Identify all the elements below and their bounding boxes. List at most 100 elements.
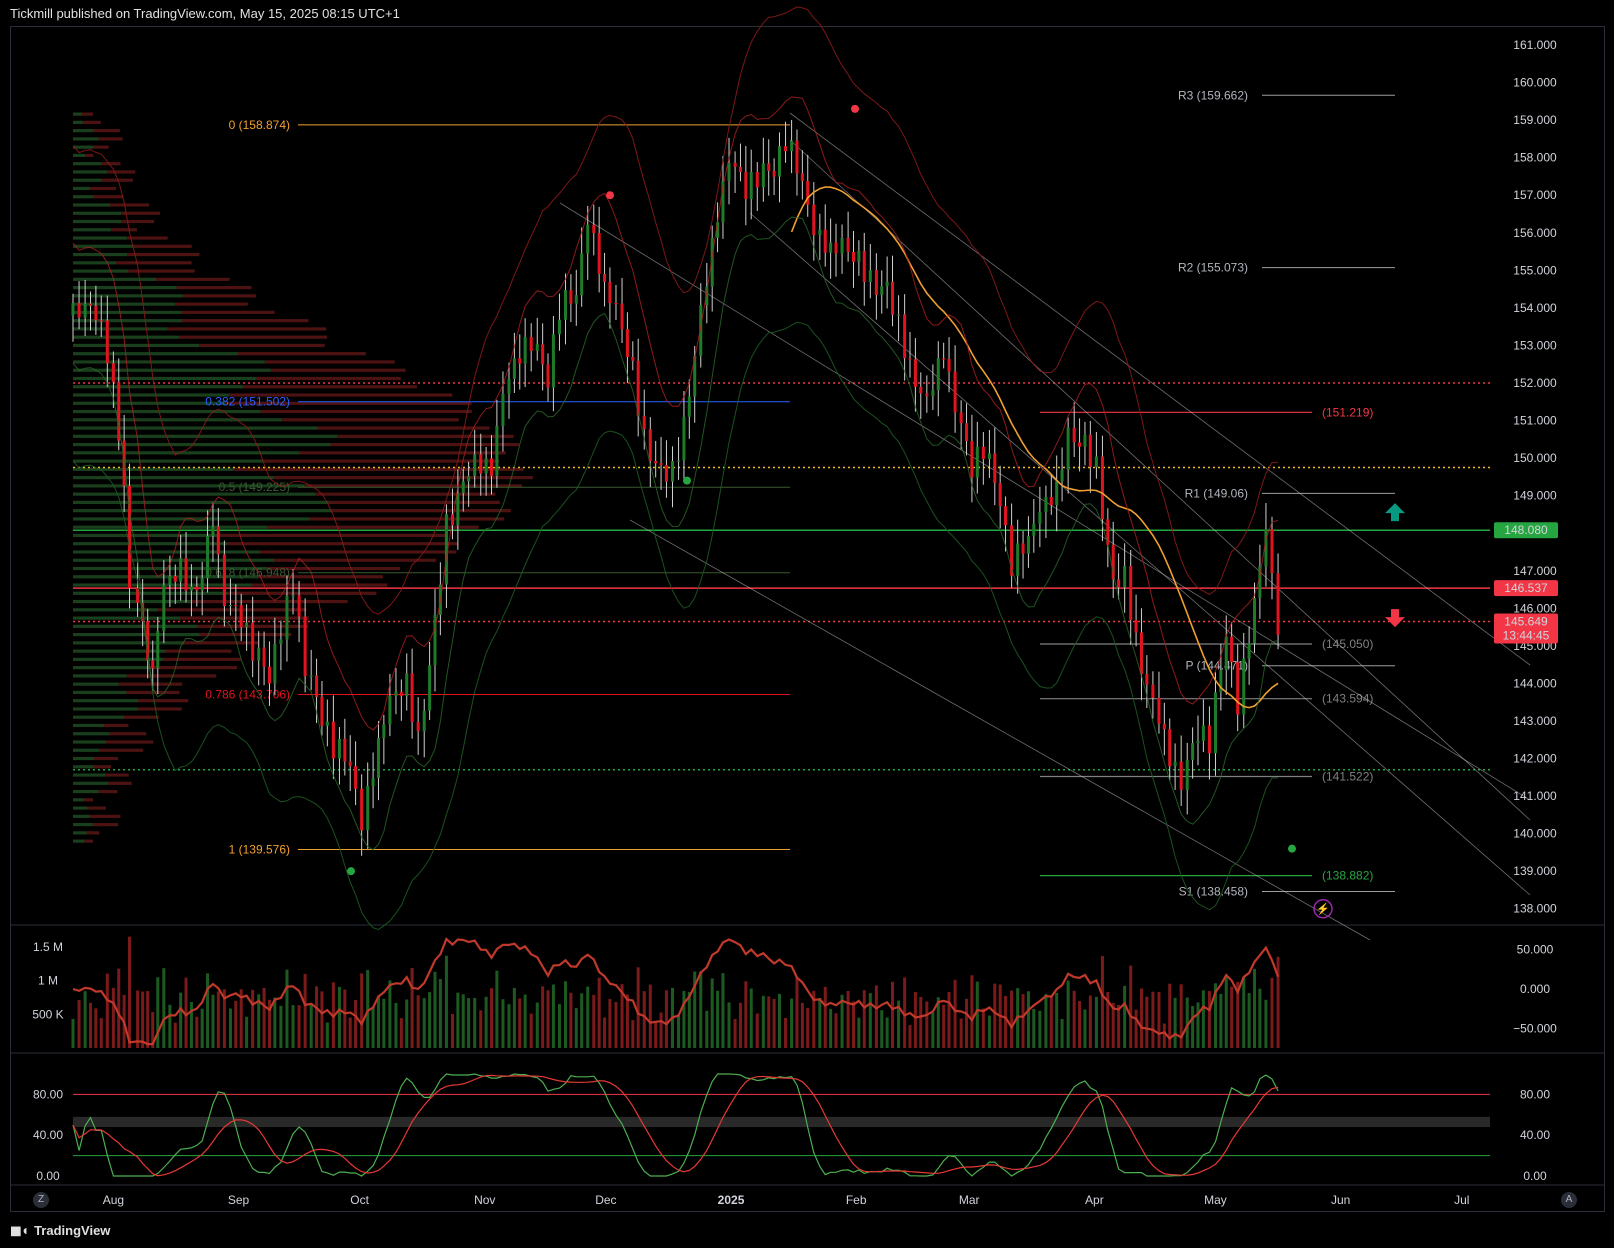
candle-up	[461, 481, 465, 494]
volume-bar	[1219, 993, 1223, 1048]
volume-bar	[710, 978, 714, 1048]
volume-bar	[625, 994, 629, 1048]
candle-down	[251, 622, 255, 661]
candle-up	[501, 393, 505, 426]
volume-profile-bar-up	[73, 137, 99, 141]
volume-bar	[834, 1013, 838, 1048]
volume-profile-bar-down	[238, 352, 366, 356]
candle-up	[428, 665, 432, 711]
candle-down	[812, 204, 816, 236]
volume-profile-bar-down	[137, 707, 182, 711]
candle-up	[574, 295, 578, 304]
time-tick-label: Oct	[350, 1193, 369, 1207]
volume-profile-bar-up	[73, 732, 110, 736]
candle-up	[557, 319, 561, 335]
volume-profile-bar-down	[126, 236, 168, 240]
candle-down	[1088, 434, 1092, 468]
volume-bar	[1134, 1009, 1138, 1048]
volume-bar	[664, 990, 668, 1048]
volume-profile-bar-up	[73, 533, 220, 538]
volume-bar	[111, 987, 115, 1048]
volume-bar	[851, 1001, 856, 1048]
volume-profile-bar-down	[105, 740, 154, 744]
candle-up	[1038, 511, 1042, 524]
volume-profile-bar-down	[116, 261, 192, 265]
candle-up	[206, 535, 210, 579]
price-tick-label: 152.000	[1513, 376, 1557, 390]
volume-bar	[399, 1018, 403, 1048]
candle-up	[512, 358, 516, 379]
candle-down	[744, 171, 748, 200]
candle-up	[880, 286, 884, 295]
candle-down	[399, 691, 403, 697]
time-tick-label: Apr	[1085, 1193, 1104, 1207]
volume-profile-bar-down	[99, 748, 144, 752]
volume-bar	[716, 990, 720, 1048]
price-tick-label: 155.000	[1513, 263, 1557, 277]
time-axis: Aug Sep Oct Nov Dec 2025 Feb Mar Apr May Jun Jul	[103, 1193, 1470, 1207]
candle-up	[1032, 523, 1036, 536]
volume-profile-bar-up	[73, 385, 244, 389]
candle-down	[1072, 427, 1076, 443]
price-tick-label: 149.000	[1513, 489, 1557, 503]
zoom-button[interactable]: Z	[33, 1192, 49, 1208]
candle-up	[1213, 692, 1217, 754]
volume-bar	[99, 1018, 103, 1048]
volume-bar	[456, 992, 460, 1048]
volume-bar	[83, 991, 87, 1048]
candle-up	[285, 595, 289, 640]
volume-bar	[173, 1022, 177, 1048]
candle-down	[1168, 729, 1172, 767]
volume-profile-bar-down	[86, 831, 100, 835]
candle-down	[1157, 697, 1161, 724]
volume-bar	[677, 1014, 681, 1048]
candle-up	[467, 475, 471, 482]
candle-up	[382, 724, 386, 738]
price-tick-label: 161.000	[1513, 38, 1557, 52]
volume-bar	[473, 997, 477, 1048]
auto-scale-button[interactable]: A	[1561, 1192, 1577, 1208]
right-level-label: (138.882)	[1322, 869, 1373, 883]
price-tick-label: 153.000	[1513, 338, 1557, 352]
footer-brand[interactable]: ◼◖ TradingView	[10, 1222, 110, 1239]
volume-profile-bar-down	[127, 252, 200, 257]
time-tick-label: Sep	[228, 1193, 250, 1207]
osc-right-tick-label: 80.00	[1520, 1087, 1550, 1101]
candle-down	[360, 788, 364, 831]
signal-dot	[606, 191, 614, 200]
volume-profile-bar-down	[111, 228, 137, 232]
volume-profile-bar-up	[73, 376, 257, 381]
candle-down	[998, 483, 1002, 507]
candle-down	[1100, 456, 1104, 520]
volume-bar	[273, 997, 277, 1048]
volume-profile-bar-up	[73, 129, 94, 133]
chart-canvas[interactable]: 0 (158.874) 0.382 (151.502) 0.5 (149.225) 0…	[0, 0, 1614, 1248]
time-tick-label: Dec	[595, 1193, 616, 1207]
volume-bar	[1207, 991, 1211, 1048]
candle-down	[267, 666, 271, 684]
candle-up	[376, 737, 380, 779]
volume-bar	[518, 998, 522, 1048]
candle-up	[273, 643, 277, 684]
volume-profile-bar-up	[73, 244, 134, 248]
volume-profile-bar-up	[73, 327, 168, 331]
volume-profile-bar-down	[118, 682, 183, 686]
candle-up	[535, 344, 539, 352]
volume-bar	[913, 992, 917, 1048]
candle-down	[1145, 674, 1149, 685]
volume-bar	[1004, 995, 1008, 1048]
candle-up	[1060, 469, 1064, 482]
candle-up	[495, 425, 499, 476]
volume-bar	[1026, 991, 1030, 1048]
volume-bar	[1117, 1004, 1121, 1048]
volume-profile-bar-up	[73, 360, 265, 364]
candle-down	[1139, 632, 1143, 675]
candle-down	[222, 554, 226, 607]
volume-bar	[614, 1001, 618, 1048]
candle-up	[211, 526, 215, 536]
volume-profile-bar-down	[264, 360, 395, 364]
volume-bar	[557, 1004, 561, 1048]
volume-bar	[360, 973, 364, 1048]
candle-down	[903, 314, 907, 359]
volume-bar	[1066, 980, 1070, 1048]
